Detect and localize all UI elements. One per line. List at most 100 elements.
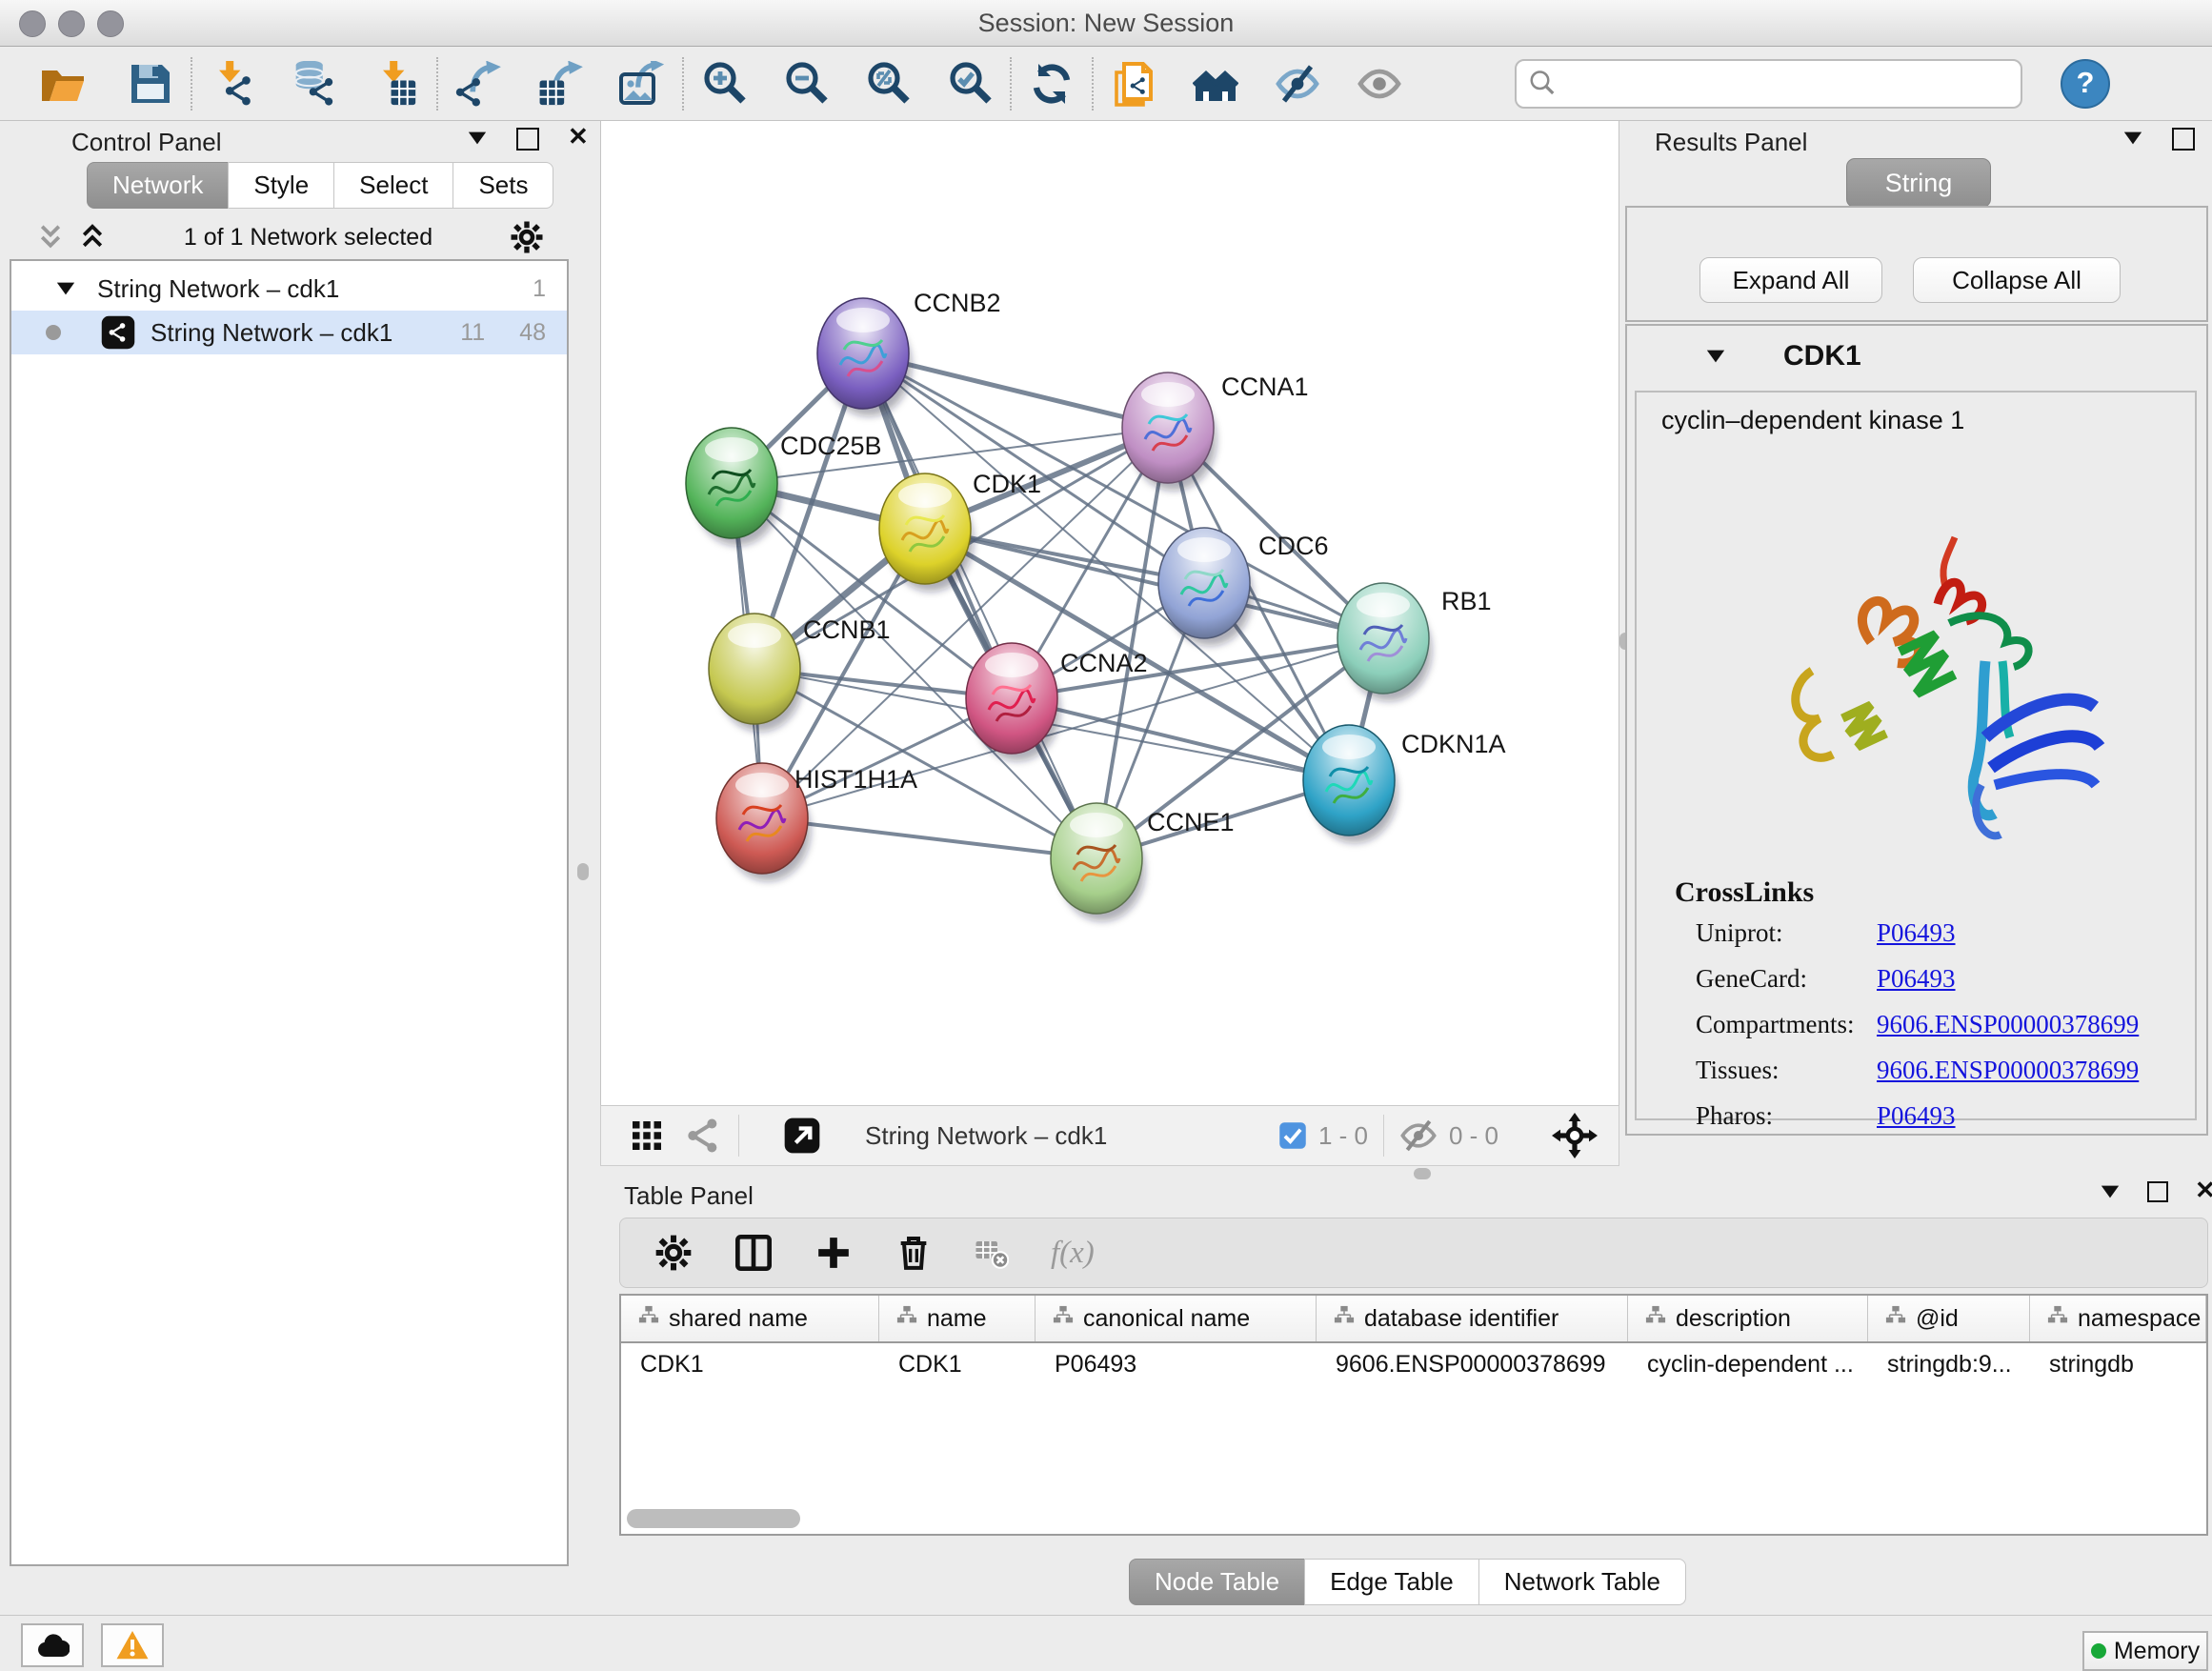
table-panel-close-icon[interactable]: ✕ — [2195, 1176, 2212, 1205]
collection-expand-icon[interactable] — [55, 278, 76, 299]
hide-selected-icon[interactable] — [1275, 61, 1320, 107]
table-cell[interactable]: CDK1 — [879, 1343, 1036, 1385]
network-options-gear-icon[interactable] — [510, 220, 544, 254]
table-tabs: Node TableEdge TableNetwork Table — [1130, 1559, 1686, 1605]
network-node-CCNB2[interactable] — [817, 298, 909, 409]
crosslink-link[interactable]: P06493 — [1877, 964, 1956, 994]
pan-crosshair-icon[interactable] — [1552, 1113, 1598, 1158]
network-node-RB1[interactable] — [1337, 583, 1429, 694]
zoom-out-icon[interactable] — [783, 61, 829, 107]
collapse-all-button[interactable]: Collapse All — [1913, 257, 2121, 303]
import-network-icon[interactable] — [210, 61, 255, 107]
save-session-icon[interactable] — [128, 61, 173, 107]
expand-all-networks-icon[interactable] — [78, 223, 107, 252]
warning-status-button[interactable] — [101, 1623, 164, 1667]
selected-checkbox-icon[interactable] — [1278, 1121, 1307, 1150]
control-panel-float-icon[interactable] — [516, 128, 539, 151]
network-node-CDK1[interactable] — [879, 473, 971, 584]
table-row[interactable]: CDK1CDK1P064939606.ENSP00000378699cyclin… — [621, 1343, 2206, 1385]
table-toolbar: f(x) — [619, 1218, 2208, 1288]
help-button[interactable]: ? — [2061, 59, 2110, 109]
column-header-name[interactable]: name — [879, 1296, 1036, 1341]
zoom-window-icon[interactable] — [97, 10, 124, 37]
table-cell[interactable]: stringdb:9... — [1868, 1343, 2030, 1385]
tab-string[interactable]: String — [1846, 158, 1991, 208]
network-node-CDC25B[interactable] — [686, 428, 777, 538]
import-table-icon[interactable] — [373, 61, 419, 107]
crosslink-row: Compartments:9606.ENSP00000378699 — [1696, 1010, 2172, 1039]
expand-all-button[interactable]: Expand All — [1699, 257, 1882, 303]
delete-column-icon[interactable] — [895, 1234, 933, 1272]
tab-style[interactable]: Style — [228, 162, 334, 209]
crosslink-link[interactable]: P06493 — [1877, 918, 1956, 948]
memory-button[interactable]: Memory — [2082, 1631, 2208, 1671]
network-overview-icon[interactable] — [685, 1117, 723, 1155]
tab-sets[interactable]: Sets — [452, 162, 553, 209]
table-cell[interactable]: cyclin-dependent ... — [1628, 1343, 1868, 1385]
column-header-namespace[interactable]: namespace — [2030, 1296, 2206, 1341]
table-panel-menu-icon[interactable] — [2100, 1181, 2121, 1202]
table-settings-gear-icon[interactable] — [654, 1234, 693, 1272]
export-image-icon[interactable] — [619, 61, 665, 107]
export-network-icon[interactable] — [455, 61, 501, 107]
entry-expand-icon[interactable] — [1705, 346, 1726, 367]
network-node-CCNB1[interactable] — [709, 614, 800, 724]
table-cell[interactable]: stringdb — [2030, 1343, 2206, 1385]
crosslink-link[interactable]: P06493 — [1877, 1101, 1956, 1131]
crosslink-link[interactable]: 9606.ENSP00000378699 — [1877, 1010, 2139, 1039]
tab-network-table[interactable]: Network Table — [1478, 1559, 1686, 1605]
network-node-CCNE1[interactable] — [1051, 803, 1142, 914]
network-node-CDKN1A[interactable] — [1303, 725, 1395, 836]
toggle-columns-icon[interactable] — [734, 1234, 773, 1272]
column-header-description[interactable]: description — [1628, 1296, 1868, 1341]
collapse-all-networks-icon[interactable] — [36, 223, 65, 252]
tab-network[interactable]: Network — [87, 162, 229, 209]
search-input[interactable] — [1515, 59, 2022, 109]
network-edge[interactable] — [762, 818, 1096, 858]
table-cell[interactable]: CDK1 — [621, 1343, 879, 1385]
show-all-icon[interactable] — [1357, 61, 1402, 107]
control-panel-close-icon[interactable]: ✕ — [568, 122, 589, 151]
table-hscrollbar-thumb[interactable] — [627, 1509, 800, 1528]
zoom-in-icon[interactable] — [701, 61, 747, 107]
table-cell[interactable]: P06493 — [1036, 1343, 1317, 1385]
zoom-selected-icon[interactable] — [947, 61, 993, 107]
close-window-icon[interactable] — [19, 10, 46, 37]
hidden-eye-icon[interactable] — [1399, 1117, 1438, 1155]
open-in-window-icon[interactable] — [783, 1117, 821, 1155]
network-node-CCNA2[interactable] — [966, 643, 1057, 754]
column-header-canonical-name[interactable]: canonical name — [1036, 1296, 1317, 1341]
crosslink-link[interactable]: 9606.ENSP00000378699 — [1877, 1056, 2139, 1085]
column-header-shared-name[interactable]: shared name — [621, 1296, 879, 1341]
results-panel-menu-icon[interactable] — [2122, 128, 2143, 149]
tab-node-table[interactable]: Node Table — [1129, 1559, 1305, 1605]
network-canvas[interactable]: CCNB2CCNA1CDC25BCDK1CDC6RB1CCNB1CCNA2CDK… — [600, 120, 1619, 1107]
birdseye-grid-icon[interactable] — [630, 1118, 664, 1153]
network-collection-row[interactable]: String Network – cdk1 1 — [11, 267, 567, 311]
left-splitter-handle[interactable] — [577, 863, 589, 880]
node-table: shared namenamecanonical namedatabase id… — [619, 1294, 2208, 1536]
network-node-CCNA1[interactable] — [1122, 372, 1214, 483]
table-cell[interactable]: 9606.ENSP00000378699 — [1317, 1343, 1628, 1385]
clone-network-icon[interactable] — [1111, 61, 1156, 107]
table-panel-float-icon[interactable] — [2147, 1181, 2168, 1202]
network-node-CDC6[interactable] — [1158, 528, 1250, 638]
tab-edge-table[interactable]: Edge Table — [1304, 1559, 1479, 1605]
zoom-fit-icon[interactable] — [865, 61, 911, 107]
search-field[interactable] — [1564, 69, 2009, 98]
add-column-icon[interactable] — [814, 1234, 853, 1272]
column-header-database-identifier[interactable]: database identifier — [1317, 1296, 1628, 1341]
control-panel-menu-icon[interactable] — [467, 128, 488, 149]
export-table-icon[interactable] — [537, 61, 583, 107]
import-database-icon[interactable] — [292, 61, 337, 107]
cloud-status-button[interactable] — [21, 1623, 84, 1667]
results-panel-float-icon[interactable] — [2172, 128, 2195, 151]
network-row-selected[interactable]: String Network – cdk1 11 48 — [11, 311, 567, 354]
bottom-splitter-handle[interactable] — [1414, 1168, 1431, 1179]
tab-select[interactable]: Select — [333, 162, 453, 209]
first-neighbors-icon[interactable] — [1193, 61, 1238, 107]
refresh-view-icon[interactable] — [1029, 61, 1075, 107]
minimize-window-icon[interactable] — [58, 10, 85, 37]
column-header--id[interactable]: @id — [1868, 1296, 2030, 1341]
open-session-icon[interactable] — [40, 61, 86, 107]
